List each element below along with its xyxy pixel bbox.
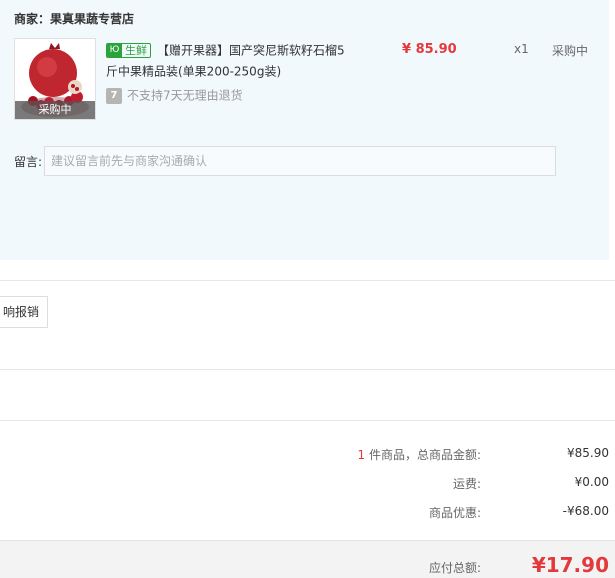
shipping-value: ¥0.00	[574, 475, 609, 489]
product-status: 采购中	[552, 44, 589, 58]
item-count: 1	[357, 448, 366, 462]
product-thumbnail[interactable]: 采购中	[14, 38, 96, 120]
section-divider	[0, 280, 615, 281]
merchant-name[interactable]: 商家：果真果蔬专营店	[14, 10, 134, 27]
fresh-badge-icon: Ю	[107, 44, 122, 57]
product-price: ¥ 85.90	[402, 42, 457, 57]
invoice-button[interactable]: 响报销	[0, 296, 48, 328]
total-value: ¥17.90	[531, 553, 609, 577]
fresh-badge: Ю 生鲜	[106, 43, 151, 58]
return-policy-text: 不支持7天无理由退货	[127, 88, 243, 103]
discount-value: -¥68.00	[562, 504, 609, 518]
no-return-icon: 7	[106, 87, 122, 104]
items-label-text: 件商品，总商品金额:	[365, 448, 481, 462]
product-title-line[interactable]: Ю 生鲜 【赠开果器】国产突尼斯软籽石榴5斤中果精品装(单果200-250g装)	[106, 40, 356, 81]
thumbnail-status-tag: 采购中	[15, 101, 95, 119]
return-policy: 7 不支持7天无理由退货	[106, 86, 243, 105]
remark-input[interactable]	[44, 146, 556, 176]
total-label: 应付总额:	[428, 561, 481, 575]
section-divider	[0, 369, 615, 370]
items-total-value: ¥85.90	[567, 446, 609, 460]
shipping-label: 运费:	[452, 477, 481, 491]
section-divider	[0, 420, 615, 421]
remark-label: 留言:	[14, 155, 43, 169]
fresh-badge-text: 生鲜	[125, 44, 147, 57]
total-bar: 应付总额: ¥17.90	[0, 540, 615, 578]
discount-label: 商品优惠:	[428, 506, 481, 520]
items-total-label: 1 件商品，总商品金额:	[358, 446, 482, 463]
product-quantity: x1	[514, 42, 529, 56]
shop-order-panel: 商家：果真果蔬专营店 采购中 Ю 生鲜 【赠开果器】国产突尼斯软籽石榴5斤中果精品装…	[0, 0, 609, 260]
